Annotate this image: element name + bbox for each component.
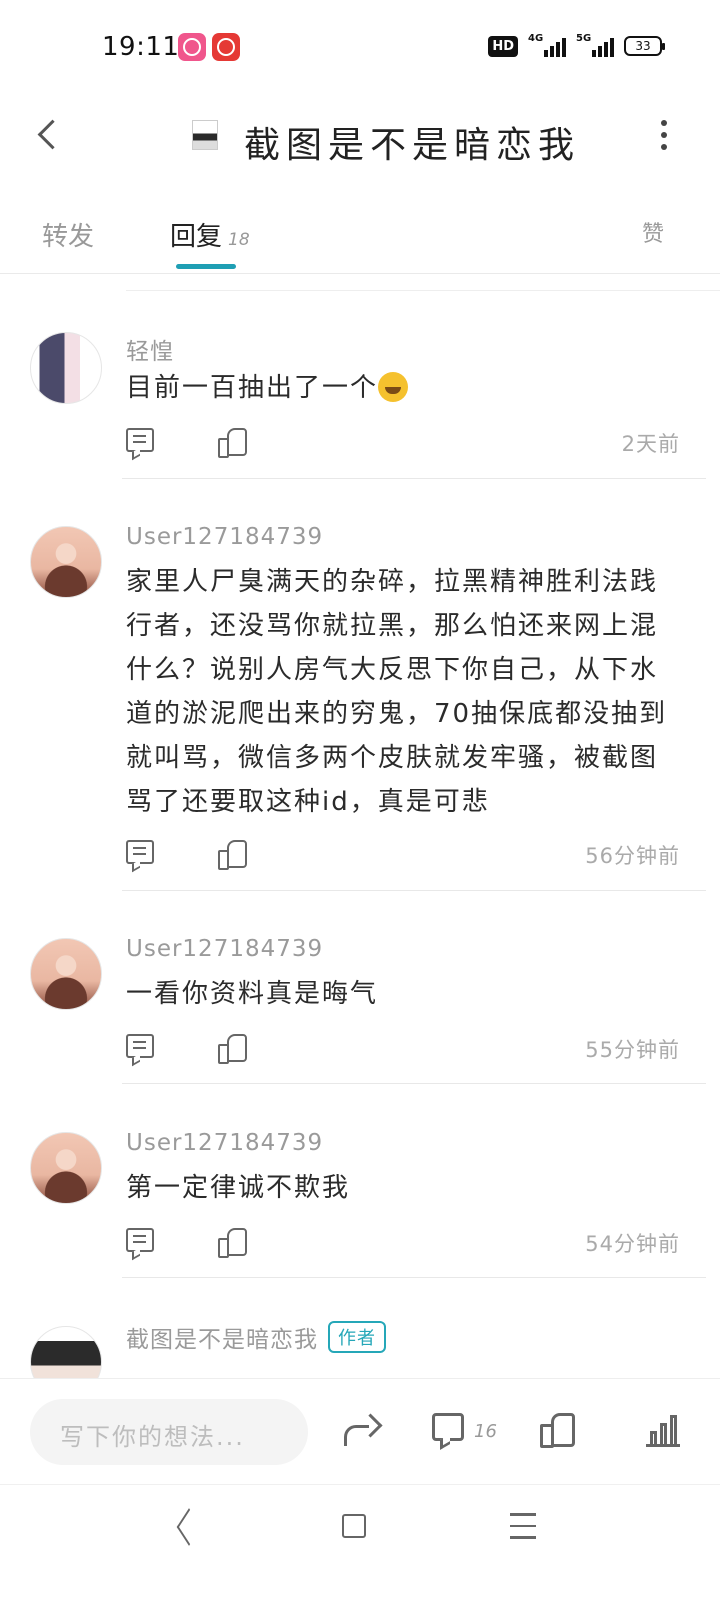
page-title: 截图是不是暗恋我 — [244, 125, 581, 166]
share-icon[interactable] — [344, 1415, 380, 1446]
divider — [122, 1083, 706, 1084]
nav-home-icon[interactable] — [342, 1514, 366, 1538]
tab-replies-count: 18 — [228, 230, 250, 250]
avatar[interactable] — [30, 526, 102, 598]
divider — [122, 478, 706, 479]
divider — [122, 890, 706, 891]
reply-icon[interactable] — [126, 428, 154, 452]
music-app-icon — [212, 33, 240, 61]
battery-icon: 33 — [624, 36, 665, 56]
top-app-bar: 截图是不是暗恋我 — [0, 96, 720, 182]
sweat-smile-emoji-icon — [378, 372, 409, 402]
comment-actions: 55分钟前 — [126, 1032, 680, 1068]
like-icon[interactable] — [218, 838, 247, 870]
post-author-avatar[interactable] — [192, 120, 218, 150]
status-bar: 19:11 HD 4G 5G 33 — [0, 0, 720, 96]
reply-icon[interactable] — [126, 1228, 154, 1252]
comment-text: 第一定律诚不欺我 — [126, 1173, 351, 1203]
more-options-icon[interactable] — [658, 120, 670, 150]
comment-username[interactable]: User127184739 — [126, 524, 323, 550]
comment-icon[interactable] — [432, 1413, 464, 1441]
stats-icon[interactable] — [646, 1415, 680, 1447]
hd-icon: HD — [488, 35, 518, 57]
comment-time: 56分钟前 — [585, 844, 680, 868]
signal-4g-icon: 4G — [528, 33, 566, 57]
clock: 19:11 — [102, 32, 180, 62]
avatar[interactable] — [30, 1132, 102, 1204]
author-badge: 作者 — [328, 1321, 386, 1353]
like-icon[interactable] — [218, 426, 247, 458]
avatar[interactable] — [30, 938, 102, 1010]
tab-likes[interactable]: 赞 — [642, 216, 664, 248]
comment-count: 16 — [474, 1421, 497, 1442]
reply-icon[interactable] — [126, 1034, 154, 1058]
nav-menu-icon[interactable] — [510, 1513, 536, 1539]
nav-back-icon[interactable] — [172, 1513, 200, 1541]
comment-text: 一看你资料真是晦气 — [126, 979, 379, 1009]
tab-reposts[interactable]: 转发 — [42, 216, 94, 253]
avatar[interactable] — [30, 332, 102, 404]
like-icon[interactable] — [540, 1411, 575, 1448]
comment-username[interactable]: User127184739 — [126, 1130, 323, 1156]
comment-time: 2天前 — [621, 432, 680, 456]
comment-actions: 54分钟前 — [126, 1226, 680, 1262]
comment-username[interactable]: User127184739 — [126, 936, 323, 962]
comment-time: 54分钟前 — [585, 1232, 680, 1256]
comment-actions: 2天前 — [126, 426, 680, 462]
comment-actions: 56分钟前 — [126, 838, 680, 874]
tab-bar: 转发 回复 18 赞 — [0, 200, 720, 274]
compose-input[interactable]: 写下你的想法... — [30, 1399, 308, 1465]
status-icons: HD 4G 5G 33 — [488, 33, 665, 57]
divider — [126, 290, 720, 291]
system-nav-bar — [0, 1484, 720, 1600]
active-tab-indicator — [176, 264, 236, 269]
signal-5g-icon: 5G — [576, 33, 614, 57]
comment-username[interactable]: 轻惶 — [126, 332, 174, 366]
comment-text: 家里人尸臭满天的杂碎，拉黑精神胜利法践行者，还没骂你就拉黑，那么怕还来网上混什么… — [126, 567, 668, 817]
divider — [122, 1277, 706, 1278]
comment-time: 55分钟前 — [585, 1038, 680, 1062]
comment-text: 目前一百抽出了一个 — [126, 366, 682, 410]
comment-username[interactable]: 截图是不是暗恋我 作者 — [126, 1320, 386, 1354]
tab-replies-label: 回复 — [170, 222, 223, 252]
like-icon[interactable] — [218, 1226, 247, 1258]
bottom-action-bar: 写下你的想法... 16 — [0, 1378, 720, 1484]
reply-icon[interactable] — [126, 840, 154, 864]
tab-replies[interactable]: 回复 18 — [170, 216, 250, 253]
like-icon[interactable] — [218, 1032, 247, 1064]
app-notification-icon — [178, 33, 206, 61]
back-arrow-icon[interactable] — [28, 116, 68, 156]
